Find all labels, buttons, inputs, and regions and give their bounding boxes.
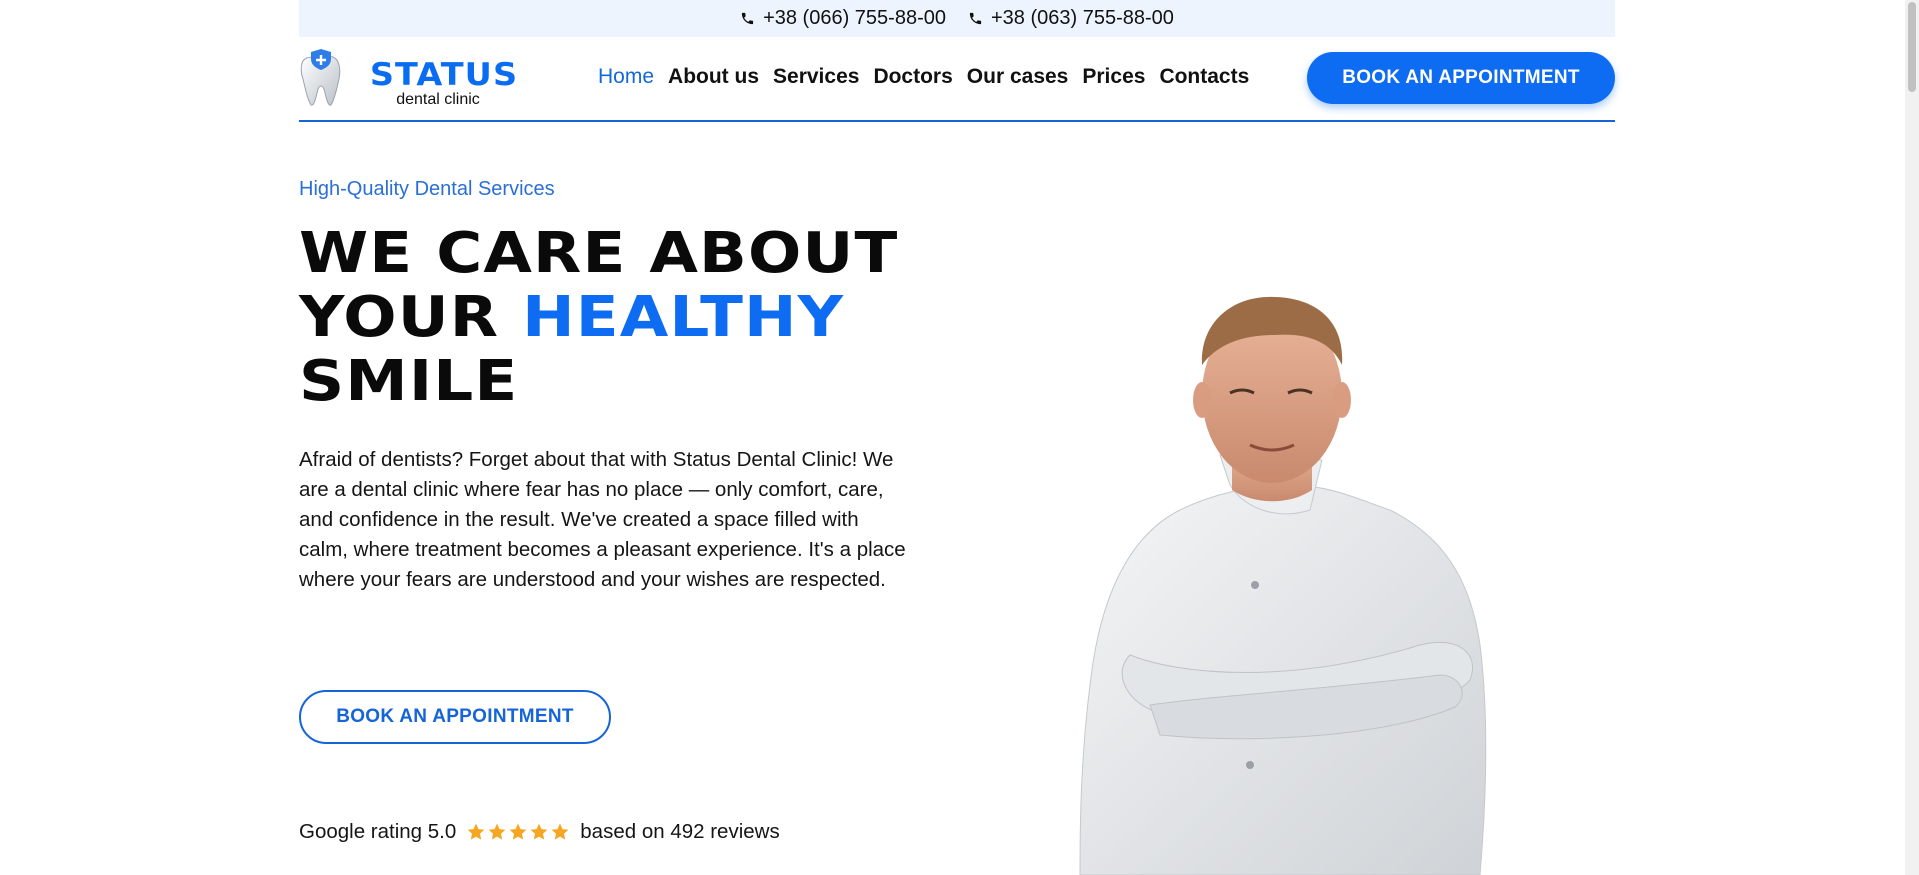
main-nav: Home About us Services Doctors Our cases… — [598, 65, 1249, 89]
nav-item-doctors[interactable]: Doctors — [873, 65, 952, 89]
nav-item-about-us[interactable]: About us — [668, 65, 759, 89]
logo-name: STATUS — [369, 57, 519, 93]
rating-stars — [466, 822, 570, 842]
star-icon — [467, 823, 485, 840]
phone-icon — [969, 12, 982, 25]
scrollbar-thumb[interactable] — [1908, 2, 1916, 92]
phone-link-2[interactable]: +38 (063) 755-88-00 — [968, 7, 1174, 30]
logo-subtitle: dental clinic — [396, 91, 480, 108]
headline-line-3: SMILE — [299, 349, 519, 414]
nav-item-services[interactable]: Services — [773, 65, 859, 89]
tooth-shield-icon — [300, 49, 341, 106]
headline-line-2-start: YOUR — [299, 285, 523, 350]
logo-link[interactable]: STATUS dental clinic — [299, 47, 517, 108]
page-scrollbar[interactable] — [1905, 0, 1919, 875]
headline-line-1: WE CARE ABOUT — [299, 221, 899, 286]
phone-link-1[interactable]: +38 (066) 755-88-00 — [740, 7, 946, 30]
hero-book-appointment-button[interactable]: BOOK AN APPOINTMENT — [299, 690, 611, 744]
headline-accent: HEALTHY — [522, 285, 845, 350]
nav-item-our-cases[interactable]: Our cases — [967, 65, 1069, 89]
hero-description: Afraid of dentists? Forget about that wi… — [299, 448, 906, 591]
nav-item-home[interactable]: Home — [598, 65, 654, 89]
hero-kicker: High-Quality Dental Services — [299, 178, 555, 200]
header-book-appointment-button[interactable]: BOOK AN APPOINTMENT — [1307, 52, 1615, 104]
star-icon — [509, 823, 527, 840]
rating-reviews: based on 492 reviews — [580, 820, 780, 843]
star-icon — [551, 823, 569, 840]
nav-item-prices[interactable]: Prices — [1082, 65, 1145, 89]
top-contact-bar: +38 (066) 755-88-00 +38 (063) 755-88-00 — [299, 0, 1615, 37]
nav-item-contacts[interactable]: Contacts — [1159, 65, 1249, 89]
rating-label: Google rating 5.0 — [299, 820, 457, 843]
site-header: STATUS dental clinic Home About us Servi… — [299, 37, 1615, 122]
phone-icon — [741, 12, 754, 25]
star-icon — [530, 823, 548, 840]
star-icon — [488, 823, 506, 840]
phone-number-1: +38 (066) 755-88-00 — [763, 7, 946, 29]
doctor-photo — [1079, 296, 1487, 875]
google-rating: Google rating 5.0 based on 492 reviews — [299, 820, 780, 844]
phone-number-2: +38 (063) 755-88-00 — [991, 7, 1174, 29]
hero-headline: WE CARE ABOUT YOUR HEALTHY SMILE — [299, 222, 898, 414]
